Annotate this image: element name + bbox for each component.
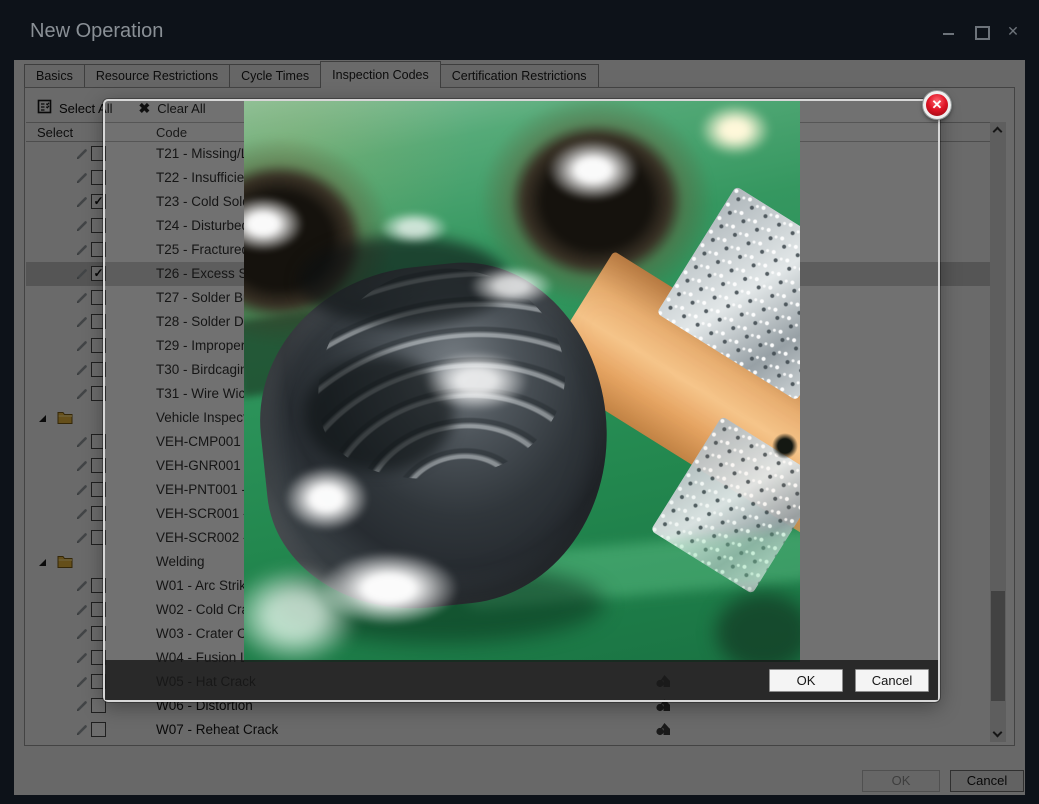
solder-glint-left: [284, 466, 369, 531]
via-hole: [772, 433, 798, 459]
minimize-button[interactable]: [941, 24, 957, 38]
window-title: New Operation: [30, 20, 163, 43]
inspection-photo: [244, 101, 800, 662]
maximize-button[interactable]: [973, 24, 989, 38]
board-highlight-top-right: [699, 104, 771, 156]
hole-center-glint: [547, 139, 639, 201]
dark-smudge-bottom-right: [716, 593, 800, 662]
solder-glint-ridge: [469, 266, 554, 306]
image-preview-dialog: OK Cancel ✕: [103, 99, 940, 702]
image-dialog-cancel-button[interactable]: Cancel: [855, 669, 929, 692]
solder-glint-mid: [424, 351, 529, 411]
titlebar: New Operation ✕: [0, 0, 1039, 60]
image-dialog-footer: OK Cancel: [105, 660, 938, 700]
close-window-button[interactable]: ✕: [1005, 24, 1021, 38]
image-dialog-close-button[interactable]: ✕: [923, 91, 951, 119]
solder-glint-ridge2: [379, 211, 449, 245]
image-dialog-ok-button[interactable]: OK: [769, 669, 843, 692]
